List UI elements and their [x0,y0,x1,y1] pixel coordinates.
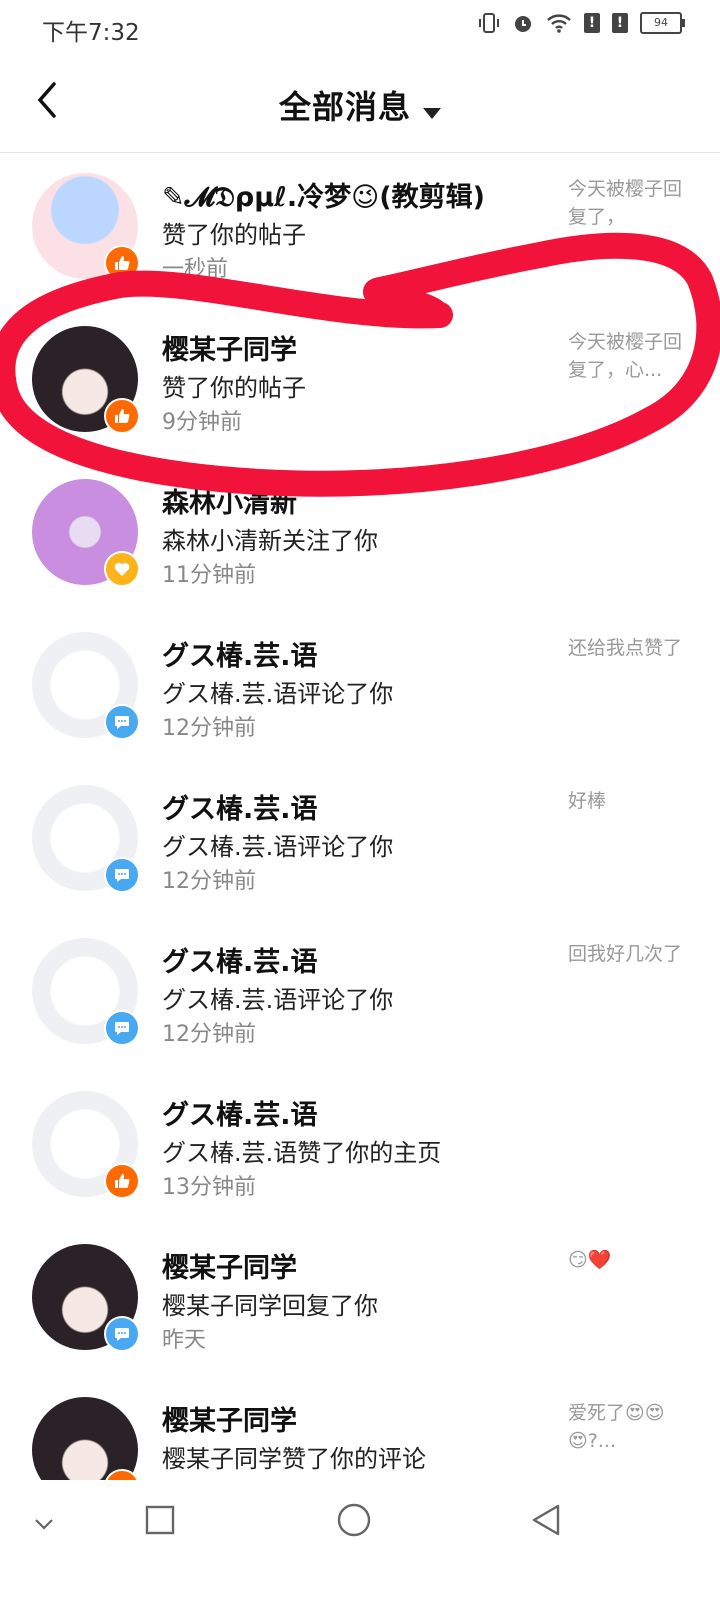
timestamp: 11分钟前 [162,563,256,588]
action-text: グス椿.芸.语赞了你的主页 [162,1139,442,1167]
content-preview[interactable]: 爱死了😍😍😍?... [568,1399,683,1455]
wifi-icon [547,14,571,33]
content-preview[interactable]: 还给我点赞了 [568,634,683,662]
content-preview[interactable]: 好棒 [568,787,683,815]
timestamp: 12分钟前 [162,716,256,741]
sender-name[interactable]: ✎𝓜𝔇ρμℓ.冷梦😉(教剪辑) [162,175,485,214]
timestamp: 13分钟前 [162,1175,256,1200]
action-text: 樱某子同学回复了你 [162,1292,378,1320]
sender-name[interactable]: グス椿.芸.语 [162,940,318,979]
comment-icon [104,857,140,893]
recents-button[interactable] [144,1504,176,1536]
back-nav-button[interactable] [528,1502,564,1538]
system-nav-bar [0,1480,720,1600]
content-preview[interactable]: 今天被樱子回复了，心... [568,328,683,384]
message-row[interactable]: 森林小清新森林小清新关注了你 11分钟前 [0,459,720,612]
sender-name[interactable]: グス椿.芸.语 [162,787,318,826]
avatar[interactable] [32,1397,138,1480]
sender-name[interactable]: 樱某子同学 [162,328,297,367]
message-row[interactable]: 樱某子同学赞了你的帖子 9分钟前 今天被樱子回复了，心... [0,306,720,459]
action-text: 森林小清新关注了你 [162,527,378,555]
timestamp: 12分钟前 [162,1022,256,1047]
action-text: グス椿.芸.语评论了你 [162,986,394,1014]
sender-name[interactable]: グス椿.芸.语 [162,634,318,673]
battery-icon: 94 [640,12,685,34]
comment-icon [104,1010,140,1046]
action-text: グス椿.芸.语评论了你 [162,680,394,708]
status-bar: 下午7:32 ! ! 94 [0,0,720,56]
message-list: ✎𝓜𝔇ρμℓ.冷梦😉(教剪辑) 赞了你的帖子 一秒前 今天被樱子回复了， 樱某子同学 赞了… [0,153,720,1480]
status-time: 下午7:32 [42,20,140,46]
sender-name[interactable]: 樱某子同学 [162,1246,297,1285]
status-icons: ! ! 94 [478,12,685,34]
timestamp: 9分钟前 [162,410,242,435]
page-title: 全部消息 [278,88,411,126]
timestamp: 一秒前 [162,257,229,282]
sender-name[interactable]: グス椿.芸.语 [162,1093,318,1132]
action-text: 樱某子同学赞了你的评论 [162,1445,426,1473]
message-row[interactable]: グス椿.芸.语グス椿.芸.语评论了你 12分钟前 还给我点赞了 [0,612,720,765]
action-text: 赞了你的帖子 [162,374,306,402]
message-row[interactable]: グス椿.芸.语グス椿.芸.语评论了你 12分钟前 好棒 [0,765,720,918]
comment-icon [104,1316,140,1352]
action-text: グス椿.芸.语评论了你 [162,833,394,861]
signal-alert-icon: ! [584,13,600,33]
timestamp: 昨天 [162,1328,207,1353]
header: 全部消息 [0,56,720,153]
message-row[interactable]: 樱某子同学樱某子同学回复了你 昨天 😏❤️ [0,1224,720,1377]
like-icon [104,398,140,434]
heart-icon [104,551,140,587]
content-preview[interactable]: 😏❤️ [568,1246,683,1274]
message-row[interactable]: グス椿.芸.语グス椿.芸.语评论了你 12分钟前 回我好几次了 [0,918,720,1071]
signal-alert-icon: ! [612,13,628,33]
home-button[interactable] [336,1502,372,1538]
alarm-icon [515,16,531,32]
collapse-nav-icon[interactable] [30,1514,58,1534]
chevron-down-icon [423,108,441,119]
content-preview[interactable]: 今天被樱子回复了， [568,175,683,231]
message-row[interactable]: ✎𝓜𝔇ρμℓ.冷梦😉(教剪辑) 赞了你的帖子 一秒前 今天被樱子回复了， [0,153,720,306]
title-dropdown[interactable]: 全部消息 [0,82,720,128]
like-icon [104,245,140,281]
comment-icon [104,704,140,740]
like-icon [104,1163,140,1199]
sender-name[interactable]: 森林小清新 [162,481,297,520]
timestamp: 12分钟前 [162,869,256,894]
message-row[interactable]: グス椿.芸.语グス椿.芸.语赞了你的主页 13分钟前 [0,1071,720,1224]
content-preview[interactable]: 回我好几次了 [568,940,683,968]
sender-name[interactable]: 樱某子同学 [162,1399,297,1438]
message-row[interactable]: 樱某子同学樱某子同学赞了你的评论昨天爱死了😍😍😍?... [0,1377,720,1480]
action-text: 赞了你的帖子 [162,221,306,249]
vibrate-icon [479,13,499,33]
